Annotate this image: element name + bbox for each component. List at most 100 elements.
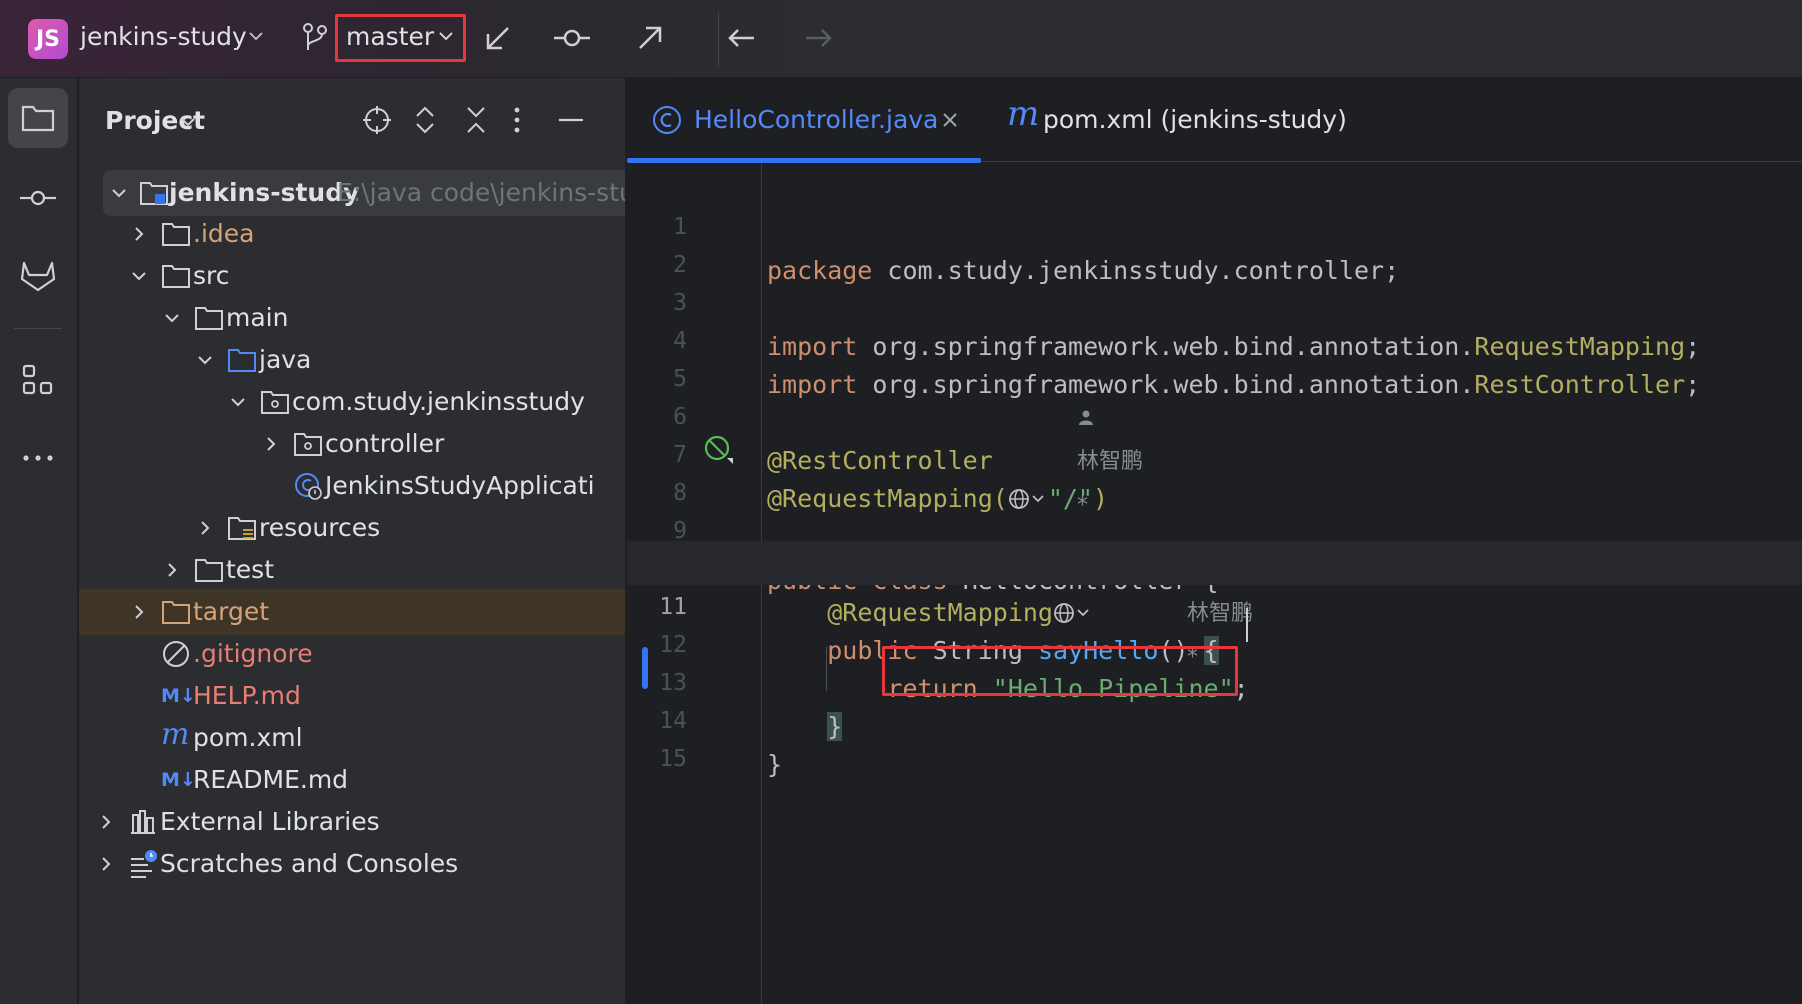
push-icon[interactable] <box>632 20 668 56</box>
markdown-icon: M↓ <box>161 685 196 707</box>
forward-arrow-icon[interactable] <box>800 20 836 56</box>
package-icon <box>294 433 322 456</box>
tree-item-help-md[interactable]: M↓ HELP.md <box>79 673 625 719</box>
tree-item-target[interactable]: target <box>79 589 625 635</box>
tree-item-gitignore[interactable]: .gitignore <box>79 631 625 677</box>
chevron-right-icon[interactable] <box>129 602 149 622</box>
chevron-right-icon[interactable] <box>162 560 182 580</box>
tree-item-label: External Libraries <box>160 807 380 836</box>
structure-icon <box>22 364 53 395</box>
hide-panel-icon[interactable] <box>557 104 585 136</box>
library-icon <box>131 810 155 834</box>
chevron-right-icon[interactable] <box>96 812 116 832</box>
line-number: 15 <box>659 746 687 772</box>
commit-icon[interactable] <box>552 20 592 56</box>
tree-item-label: README.md <box>193 765 349 794</box>
tree-item-label: JenkinsStudyApplicati <box>325 471 595 500</box>
tab-pom-xml[interactable]: m pom.xml (jenkins-study) <box>999 78 1379 162</box>
collapse-all-icon[interactable] <box>463 104 489 136</box>
tree-item-label: Scratches and Consoles <box>160 849 459 878</box>
tree-item-readme-md[interactable]: M↓ README.md <box>79 757 625 803</box>
vcs-change-marker[interactable] <box>642 647 648 689</box>
git-branch-icon[interactable] <box>300 22 330 54</box>
back-arrow-icon[interactable] <box>724 20 760 56</box>
tree-item-pom-xml[interactable]: m pom.xml <box>79 715 625 761</box>
tree-item-src[interactable]: src <box>79 253 625 299</box>
tree-item-resources[interactable]: resources <box>79 505 625 551</box>
folder-icon <box>162 223 190 246</box>
chevron-down-icon[interactable] <box>162 308 182 328</box>
tree-item-external-libraries[interactable]: External Libraries <box>79 799 625 845</box>
project-name[interactable]: jenkins-study <box>80 22 247 51</box>
tree-item-java[interactable]: java <box>79 337 625 383</box>
branch-name[interactable]: master <box>346 22 434 51</box>
tree-item-label: controller <box>325 429 445 458</box>
editor-tabs: HelloController.java m pom.xml (jenkins-… <box>627 78 1802 163</box>
return-highlight-box <box>882 646 1238 696</box>
chevron-right-icon[interactable] <box>195 518 215 538</box>
resources-folder-icon <box>228 517 256 540</box>
tool-window-strip <box>0 78 78 1004</box>
tree-item-scratches[interactable]: Scratches and Consoles <box>79 841 625 887</box>
excluded-folder-icon <box>162 601 190 624</box>
tree-item-path: E:\java code\jenkins-stu <box>337 178 626 207</box>
tree-item-label: main <box>226 303 289 332</box>
commit-icon <box>20 190 56 206</box>
folder-icon <box>162 265 190 288</box>
maven-icon: m <box>161 717 190 752</box>
tree-item-main[interactable]: main <box>79 295 625 341</box>
tree-item-test[interactable]: test <box>79 547 625 593</box>
folder-icon <box>21 105 55 132</box>
tree-item-label: com.study.jenkinsstudy <box>292 387 585 416</box>
title-chevron-down-icon[interactable] <box>178 112 198 132</box>
close-icon[interactable] <box>941 111 959 129</box>
project-panel: Project jenkins-study E:\java code\jenki… <box>79 78 626 1004</box>
locate-icon[interactable] <box>361 104 393 136</box>
tab-label: pom.xml (jenkins-study) <box>1043 105 1347 134</box>
indent-guide <box>826 647 827 691</box>
tree-item-idea[interactable]: .idea <box>79 211 625 257</box>
structure-tool-button[interactable] <box>8 350 68 410</box>
tree-item-controller[interactable]: controller <box>79 421 625 467</box>
tree-item-root[interactable]: jenkins-study E:\java code\jenkins-stu <box>103 170 626 216</box>
tree-item-label: src <box>193 261 230 290</box>
tree-item-label: resources <box>259 513 381 542</box>
spring-bean-gutter-icon[interactable] <box>703 434 735 466</box>
spring-boot-class-icon <box>295 473 322 500</box>
update-project-icon[interactable] <box>480 20 516 56</box>
toolstrip-separator <box>14 328 62 329</box>
project-tool-button[interactable] <box>8 88 68 148</box>
source-folder-icon <box>228 349 256 372</box>
chevron-down-icon[interactable] <box>109 183 129 203</box>
chevron-down-icon[interactable] <box>228 392 248 412</box>
tab-hello-controller[interactable]: HelloController.java <box>627 78 981 163</box>
branch-chevron-down-icon[interactable] <box>436 26 456 46</box>
gitlab-tool-button[interactable] <box>8 246 68 306</box>
code-editor[interactable]: 1 package com.study.jenkinsstudy.control… <box>627 163 1802 1004</box>
project-badge[interactable]: JS <box>28 19 68 59</box>
chevron-right-icon[interactable] <box>96 854 116 874</box>
scratches-icon <box>131 850 157 878</box>
project-chevron-down-icon[interactable] <box>246 26 266 46</box>
tree-item-application-class[interactable]: JenkinsStudyApplicati <box>79 463 625 509</box>
toolbar-separator <box>718 12 719 66</box>
chevron-right-icon[interactable] <box>129 224 149 244</box>
tree-item-label: target <box>193 597 270 626</box>
tree-item-package[interactable]: com.study.jenkinsstudy <box>79 379 625 425</box>
maven-icon: m <box>1007 94 1040 134</box>
more-tools-button[interactable] <box>8 428 68 488</box>
more-icon <box>23 455 53 461</box>
title-bar: JS jenkins-study master <box>0 0 1802 78</box>
chevron-down-icon[interactable] <box>129 266 149 286</box>
text-caret <box>1246 608 1248 642</box>
tree-item-label: jenkins-study <box>169 178 360 207</box>
options-icon[interactable] <box>511 104 523 136</box>
chevron-right-icon[interactable] <box>261 434 281 454</box>
java-class-icon <box>653 106 681 134</box>
commit-tool-button[interactable] <box>8 168 68 228</box>
expand-all-icon[interactable] <box>412 104 438 136</box>
package-icon <box>261 391 289 414</box>
tree-item-label: HELP.md <box>193 681 301 710</box>
module-folder-icon <box>140 182 168 205</box>
chevron-down-icon[interactable] <box>195 350 215 370</box>
